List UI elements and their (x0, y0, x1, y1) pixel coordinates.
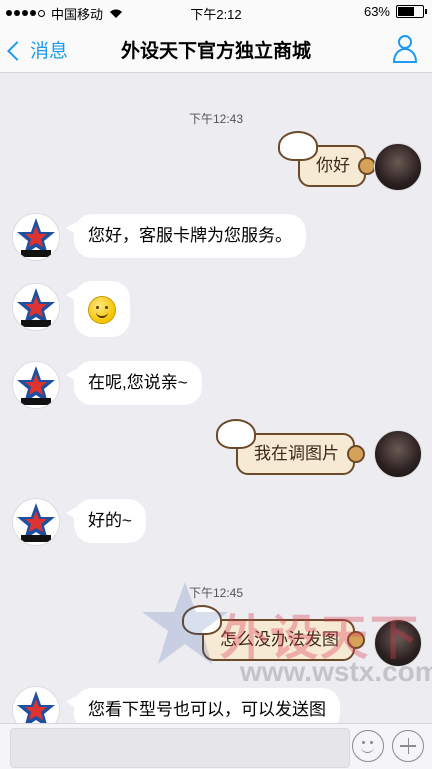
chat-area[interactable]: 下午12:43 你好 您好，客服卡牌为您服务。 在呢,您说亲~ 我在调图片 好的… (0, 73, 432, 723)
shop-logo-icon (17, 288, 55, 327)
message-bubble-incoming[interactable]: 您看下型号也可以，可以发送图 (66, 688, 340, 723)
input-bar (0, 723, 432, 769)
avatar-shop[interactable] (12, 498, 60, 546)
shop-logo-icon (17, 218, 55, 257)
message-bubble-outgoing[interactable]: 怎么没办法发图 (182, 605, 365, 661)
shop-logo-icon (17, 503, 55, 542)
timestamp: 下午12:45 (188, 586, 244, 600)
timestamp: 下午12:43 (188, 112, 244, 126)
add-attachment-button[interactable] (392, 730, 424, 762)
battery-percent: 63% (363, 4, 390, 19)
message-bubble-outgoing[interactable]: 我在调图片 (216, 419, 365, 475)
page-title: 外设天下官方独立商城 (120, 41, 311, 62)
message-bubble-outgoing[interactable]: 你好 (278, 131, 376, 187)
status-bar: 中国移动 下午2:12 63% (0, 0, 432, 24)
avatar-shop[interactable] (12, 361, 60, 409)
shop-logo-icon (17, 366, 55, 405)
message-bubble-incoming[interactable] (66, 281, 130, 337)
message-bubble-incoming[interactable]: 您好，客服卡牌为您服务。 (66, 214, 306, 258)
avatar-user[interactable] (374, 430, 422, 478)
shop-logo-icon (17, 691, 55, 723)
avatar-shop[interactable] (12, 283, 60, 331)
avatar-shop[interactable] (12, 686, 60, 723)
profile-icon[interactable] (392, 33, 418, 63)
avatar-user[interactable] (374, 619, 422, 667)
message-bubble-incoming[interactable]: 在呢,您说亲~ (66, 361, 202, 405)
emoji-button[interactable] (352, 730, 384, 762)
message-input[interactable] (10, 728, 350, 768)
nav-bar: 消息 外设天下官方独立商城 (0, 24, 432, 73)
smile-emoji-icon (88, 295, 116, 324)
avatar-shop[interactable] (12, 213, 60, 261)
battery-icon (396, 5, 427, 18)
avatar-user[interactable] (374, 143, 422, 191)
message-bubble-incoming[interactable]: 好的~ (66, 499, 146, 543)
